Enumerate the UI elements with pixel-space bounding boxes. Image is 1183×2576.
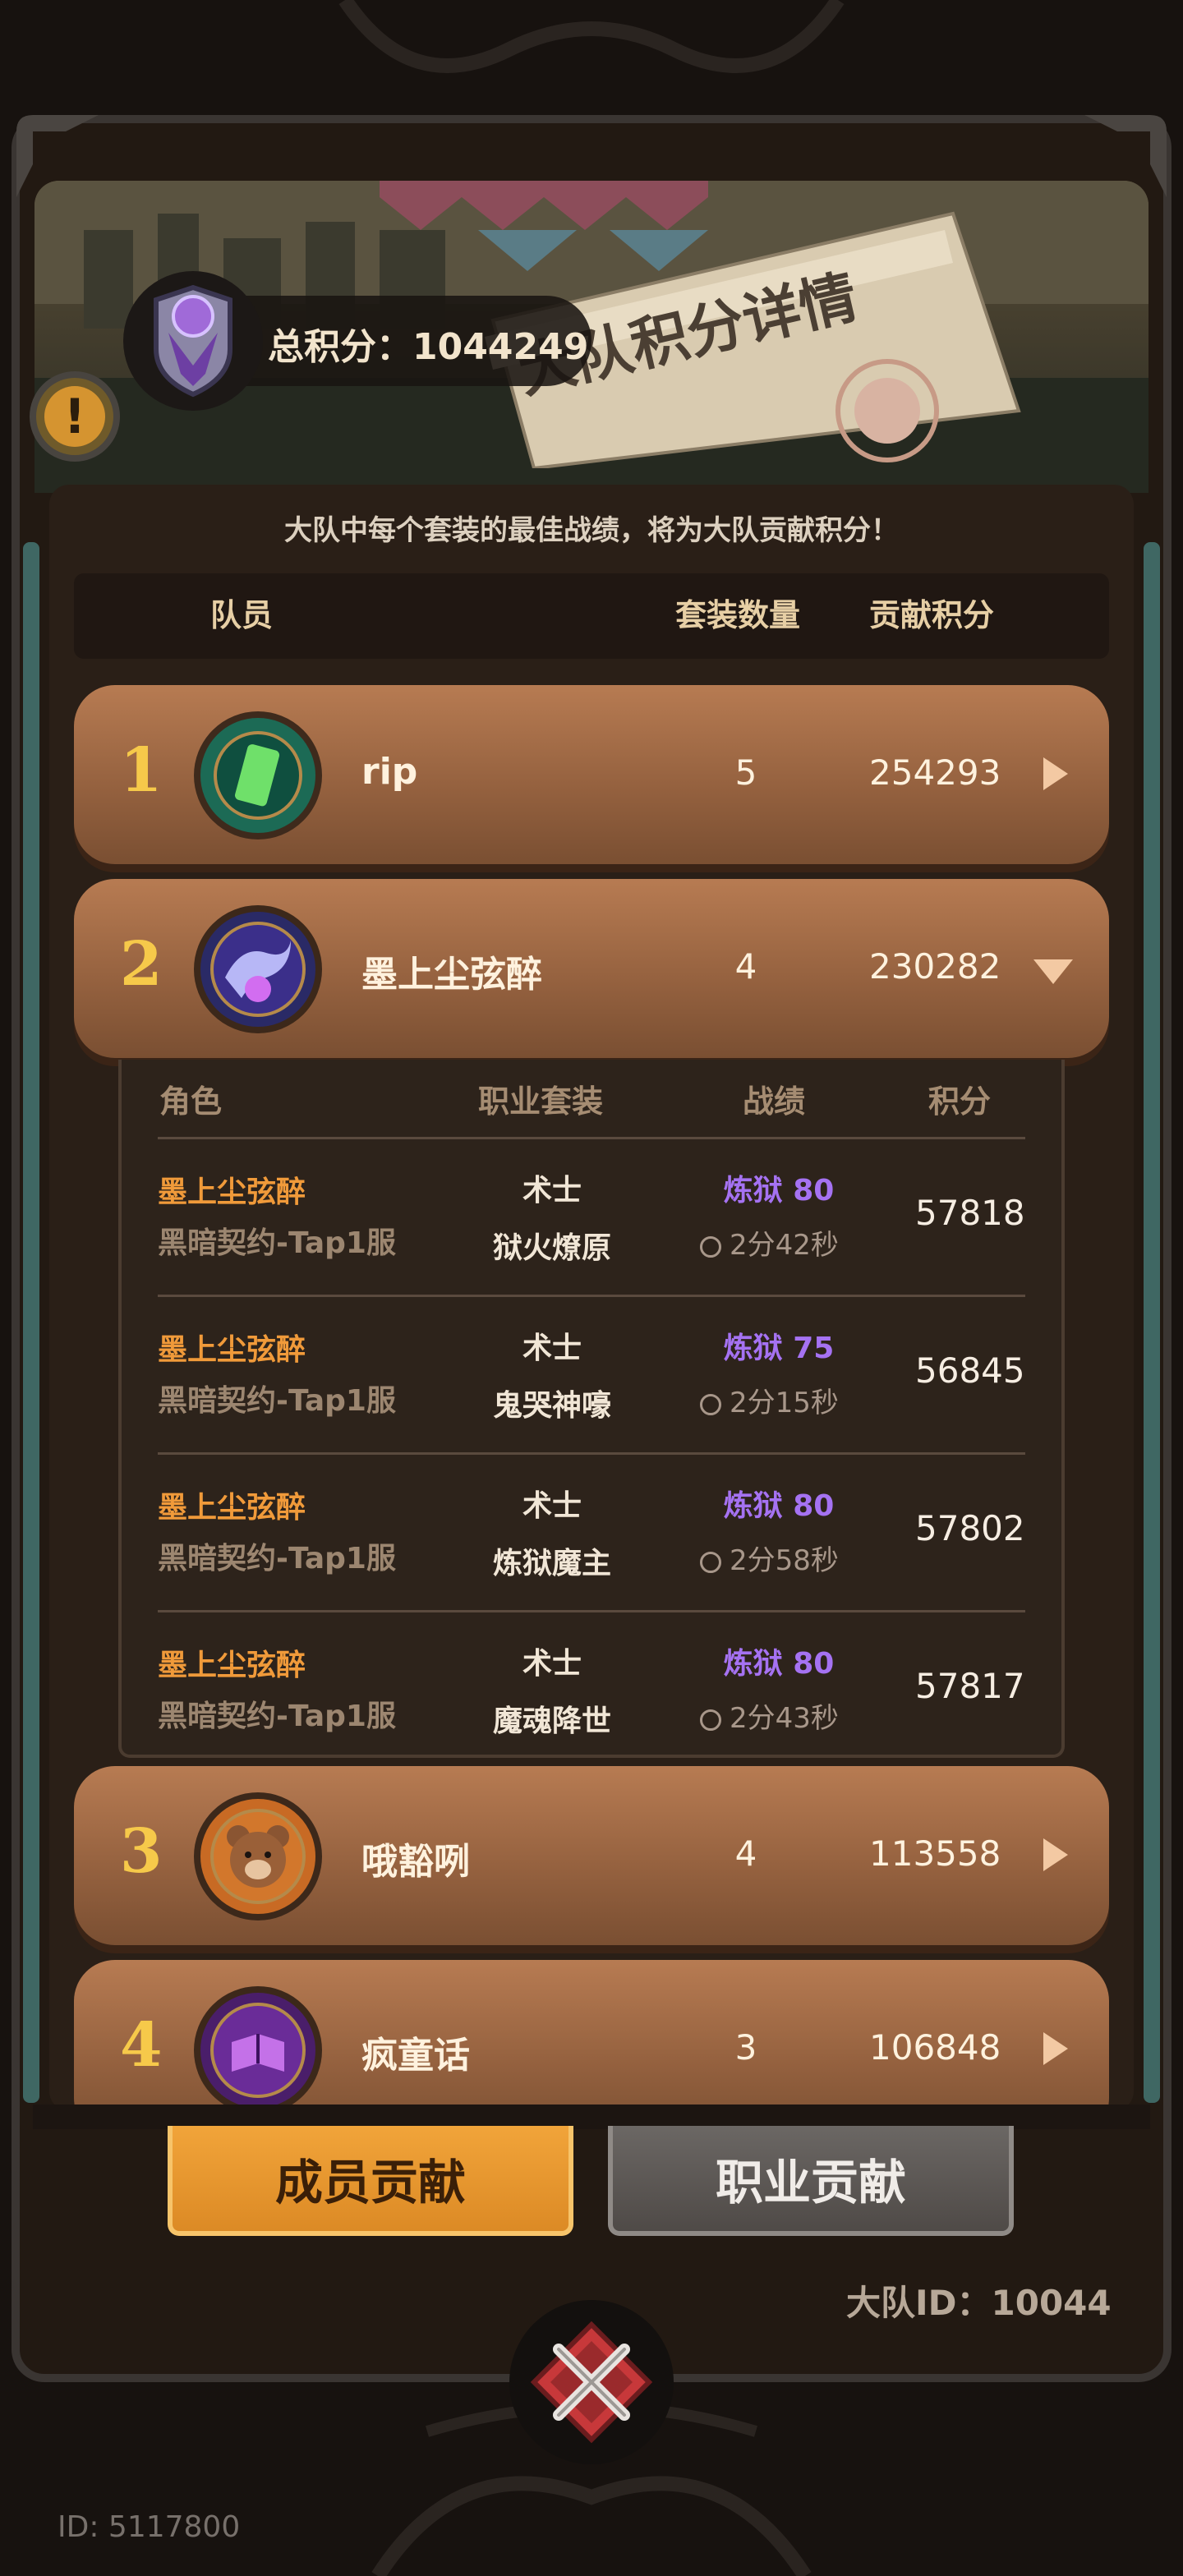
member-name: 墨上尘弦醉 [361, 954, 542, 996]
tab-class-contribution[interactable]: 职业贡献 [608, 2126, 1014, 2236]
purple-gem-shield-icon [154, 284, 232, 398]
member-rank: 4 [120, 2010, 163, 2081]
member-score: 106848 [869, 2027, 1001, 2068]
record-time: 2分42秒 [700, 1222, 839, 1263]
member-name: rip [361, 751, 418, 793]
role-set: 炼狱魔主 [492, 1547, 611, 1580]
detail-header-class-set: 职业套装 [478, 1083, 604, 1120]
record-level: 炼狱 80 [723, 1647, 835, 1681]
member-score: 254293 [869, 752, 1001, 793]
member-avatar [194, 905, 322, 1033]
header-member: 队员 [210, 597, 274, 633]
member-name: 哦豁咧 [361, 1841, 470, 1883]
role-name: 墨上尘弦醉 [158, 1491, 306, 1525]
clock-icon [700, 1709, 721, 1731]
role-name: 墨上尘弦醉 [158, 1175, 306, 1209]
role-class: 术士 [522, 1332, 582, 1365]
member-name: 疯童话 [361, 2035, 470, 2077]
member-set-count: 5 [734, 752, 757, 793]
collapse-down-icon[interactable] [1033, 959, 1073, 984]
divider [158, 1610, 1025, 1612]
divider [158, 1295, 1025, 1297]
member-set-count: 4 [734, 1833, 757, 1874]
frame-left-trim [23, 542, 39, 2103]
expand-right-icon[interactable] [1043, 2032, 1068, 2065]
member-set-count: 4 [734, 946, 757, 987]
record-time-text: 2分42秒 [730, 1229, 839, 1262]
frame-right-trim [1144, 542, 1160, 2103]
total-score-emblem [123, 271, 263, 411]
record-time: 2分15秒 [700, 1380, 839, 1420]
tab-member-contribution[interactable]: 成员贡献 [168, 2126, 573, 2236]
green-card-icon [214, 731, 302, 820]
divider [158, 1137, 1025, 1139]
role-class: 术士 [522, 1489, 582, 1523]
exclamation-icon: ! [44, 386, 105, 447]
member-avatar [194, 711, 322, 840]
user-id: ID: 5117800 [58, 2510, 241, 2544]
role-server: 黑暗契约-Tap1服 [158, 1700, 396, 1733]
subtitle: 大队中每个套装的最佳战绩，将为大队贡献积分！ [284, 514, 899, 547]
member-rank: 3 [120, 1816, 163, 1887]
role-set: 魔魂降世 [492, 1704, 611, 1738]
total-score-label: 总积分：1044249 [268, 326, 589, 368]
role-points: 57817 [915, 1666, 1025, 1706]
member-set-count: 3 [734, 2027, 757, 2068]
expand-right-icon[interactable] [1043, 1838, 1068, 1871]
clock-icon [700, 1393, 721, 1415]
role-class: 术士 [522, 1174, 582, 1208]
member-avatar [194, 1792, 322, 1920]
detail-header-role: 角色 [159, 1083, 223, 1120]
detail-header-record: 战绩 [743, 1083, 806, 1120]
spellbook-icon [210, 2003, 306, 2098]
role-server: 黑暗契约-Tap1服 [158, 1542, 396, 1576]
record-level: 炼狱 80 [723, 1174, 835, 1208]
role-name: 墨上尘弦醉 [158, 1333, 306, 1367]
team-id: 大队ID：10044 [846, 2283, 1112, 2323]
role-set: 狱火燎原 [492, 1231, 611, 1265]
info-button[interactable]: ! [30, 371, 120, 462]
member-score: 113558 [869, 1833, 1001, 1874]
clock-icon [700, 1551, 721, 1573]
role-set: 鬼哭神嚎 [492, 1389, 611, 1423]
member-rank: 2 [120, 929, 163, 1000]
bear-icon [210, 1809, 306, 1904]
expand-right-icon[interactable] [1043, 757, 1068, 790]
role-server: 黑暗契约-Tap1服 [158, 1226, 396, 1260]
role-name: 墨上尘弦醉 [158, 1649, 306, 1682]
crossed-swords-icon [530, 2321, 653, 2444]
purple-dragon-icon [210, 922, 306, 1017]
clock-icon [700, 1235, 721, 1258]
record-level: 炼狱 75 [723, 1332, 835, 1365]
detail-header-points: 积分 [928, 1083, 992, 1120]
record-time-text: 2分15秒 [730, 1387, 839, 1419]
role-points: 57802 [915, 1508, 1025, 1548]
member-avatar [194, 1986, 322, 2104]
role-class: 术士 [522, 1647, 582, 1681]
header-contribution: 贡献积分 [869, 597, 995, 633]
record-time: 2分58秒 [700, 1538, 839, 1578]
close-button[interactable] [509, 2300, 674, 2464]
header-set-count: 套装数量 [675, 597, 801, 633]
record-level: 炼狱 80 [723, 1489, 835, 1523]
record-time-text: 2分58秒 [730, 1544, 839, 1577]
member-rank: 1 [120, 735, 163, 806]
record-time: 2分43秒 [700, 1695, 839, 1736]
divider [158, 1452, 1025, 1455]
role-server: 黑暗契约-Tap1服 [158, 1384, 396, 1418]
record-time-text: 2分43秒 [730, 1702, 839, 1735]
role-points: 57818 [915, 1193, 1025, 1233]
role-points: 56845 [915, 1350, 1025, 1391]
member-score: 230282 [869, 946, 1001, 987]
member-row-4-clip: 4 疯童话 3 106848 [74, 1960, 1109, 2104]
